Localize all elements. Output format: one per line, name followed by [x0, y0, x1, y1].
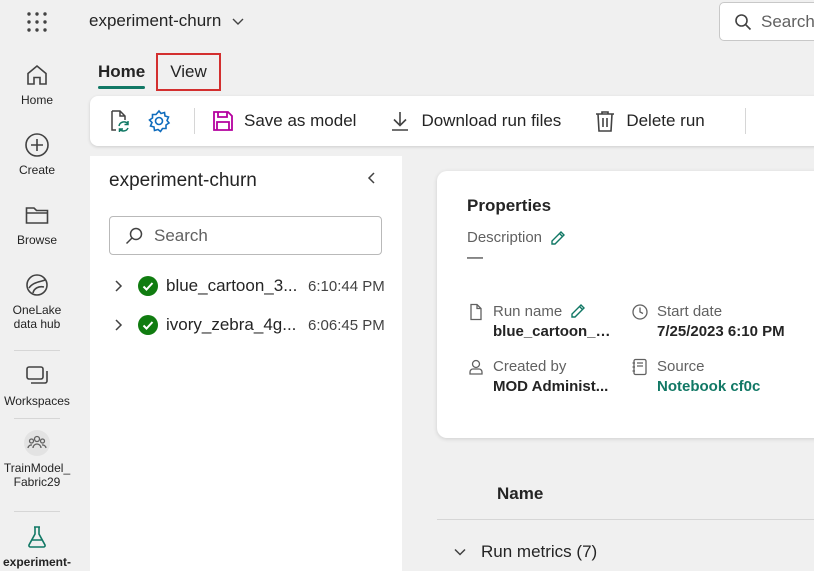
button-label: Delete run	[626, 111, 705, 130]
plus-circle-icon	[24, 132, 50, 158]
ribbon-tabs: Home View	[90, 53, 221, 91]
flask-icon	[24, 524, 50, 550]
rail-item-onelake[interactable]: OneLake data hub	[0, 272, 74, 331]
global-search-input[interactable]: Search	[719, 2, 814, 41]
rail-label: Browse	[16, 233, 57, 247]
refresh-file-icon[interactable]	[106, 108, 132, 134]
run-time: 6:10:44 PM	[308, 277, 385, 295]
properties-title: Properties	[467, 196, 552, 215]
run-time: 6:06:45 PM	[308, 316, 385, 334]
workspace-title-dropdown[interactable]: experiment-churn	[89, 11, 245, 31]
settings-icon[interactable]	[146, 108, 172, 134]
onelake-icon	[24, 272, 50, 298]
search-placeholder: Search	[761, 11, 814, 31]
rail-item-workspaces[interactable]: Workspaces	[0, 363, 74, 408]
notebook-icon	[631, 358, 649, 376]
run-name-label-row: Run name	[493, 302, 611, 320]
tab-view[interactable]: View	[156, 53, 221, 91]
header-divider	[437, 519, 814, 520]
save-as-model-button[interactable]: Save as model	[211, 109, 356, 133]
search-placeholder: Search	[154, 225, 208, 245]
source-link[interactable]: Notebook cf0c	[657, 378, 797, 395]
search-icon	[124, 226, 144, 246]
rail-divider	[14, 511, 60, 512]
edit-pencil-icon[interactable]	[570, 303, 586, 319]
run-name: ivory_zebra_4g...	[166, 315, 297, 334]
run-list-item[interactable]: blue_cartoon_3... 6:10:44 PM	[112, 273, 402, 299]
workspaces-icon	[24, 363, 50, 389]
run-name: blue_cartoon_3...	[166, 276, 298, 295]
app-launcher-icon[interactable]	[26, 11, 48, 33]
button-label: Save as model	[244, 111, 357, 130]
property-label: Start date	[657, 302, 723, 320]
description-label-row: Description	[467, 229, 566, 246]
ribbon-toolbar: Save as model Download run files Delete …	[90, 96, 814, 146]
run-list-item[interactable]: ivory_zebra_4g... 6:06:45 PM	[112, 312, 402, 338]
button-label: Download run files	[421, 111, 562, 130]
rail-item-experiment[interactable]: experiment-	[0, 524, 74, 569]
created-by-property: Created by MOD Administ...	[467, 357, 611, 395]
run-metrics-group[interactable]: Run metrics (7)	[453, 542, 597, 562]
start-date-value: 7/25/2023 6:10 PM	[657, 323, 785, 340]
panel-title: experiment-churn	[109, 170, 257, 191]
source-property: Source Notebook cf0c	[631, 357, 797, 395]
home-icon	[24, 62, 50, 88]
rail-item-create[interactable]: Create	[0, 132, 74, 177]
rail-label: TrainModel_ Fabric29	[3, 461, 71, 489]
left-rail: Home Create Browse OneLake data hub Work…	[0, 0, 74, 571]
run-list-panel: experiment-churn Search blue_cartoon_3..…	[90, 156, 402, 571]
rail-divider	[14, 350, 60, 351]
rail-label: OneLake data hub	[12, 303, 62, 331]
property-label: Run name	[493, 302, 563, 320]
created-by-value: MOD Administ...	[493, 378, 609, 395]
run-name-value: blue_cartoon_3...	[493, 323, 611, 340]
download-run-files-button[interactable]: Download run files	[388, 109, 561, 133]
collapse-panel-icon[interactable]	[364, 170, 380, 186]
properties-card: Properties Description — Run name blue_c…	[437, 171, 814, 438]
save-icon	[211, 109, 235, 133]
rail-item-trainmodel[interactable]: TrainModel_ Fabric29	[0, 430, 74, 489]
run-metrics-label: Run metrics (7)	[481, 542, 598, 561]
tab-home[interactable]: Home	[90, 53, 153, 91]
description-value: —	[467, 249, 483, 266]
people-icon	[24, 430, 50, 456]
rail-label: experiment-	[2, 555, 72, 569]
run-search-input[interactable]: Search	[109, 216, 382, 255]
chevron-down-icon	[453, 545, 467, 559]
tab-label: Home	[98, 62, 146, 81]
rail-label: Workspaces	[4, 394, 70, 408]
property-label: Created by	[493, 357, 567, 375]
edit-pencil-icon[interactable]	[550, 230, 566, 246]
rail-label: Home	[20, 93, 53, 107]
clock-icon	[631, 303, 649, 321]
property-label: Source	[657, 357, 705, 375]
delete-run-button[interactable]: Delete run	[593, 109, 705, 133]
success-check-icon	[138, 315, 158, 335]
chevron-right-icon[interactable]	[112, 318, 126, 332]
trash-icon	[593, 109, 617, 133]
success-check-icon	[138, 276, 158, 296]
rail-item-browse[interactable]: Browse	[0, 202, 74, 247]
tab-label: View	[170, 62, 207, 81]
document-icon	[467, 303, 485, 321]
download-icon	[388, 109, 412, 133]
rail-label: Create	[18, 163, 56, 177]
start-date-property: Start date 7/25/2023 6:10 PM	[631, 302, 797, 340]
toolbar-divider	[744, 108, 746, 134]
metrics-section: Name Run metrics (7)	[437, 456, 814, 571]
folder-icon	[24, 202, 50, 228]
chevron-down-icon	[231, 14, 245, 28]
workspace-title: experiment-churn	[89, 11, 222, 30]
person-icon	[467, 358, 485, 376]
description-label: Description	[467, 229, 543, 246]
name-column-header: Name	[497, 484, 544, 503]
search-icon	[734, 13, 752, 31]
run-name-property: Run name blue_cartoon_3...	[467, 302, 611, 340]
rail-item-home[interactable]: Home	[0, 62, 74, 107]
rail-divider	[14, 418, 60, 419]
chevron-right-icon[interactable]	[112, 279, 126, 293]
toolbar-divider	[194, 108, 195, 134]
